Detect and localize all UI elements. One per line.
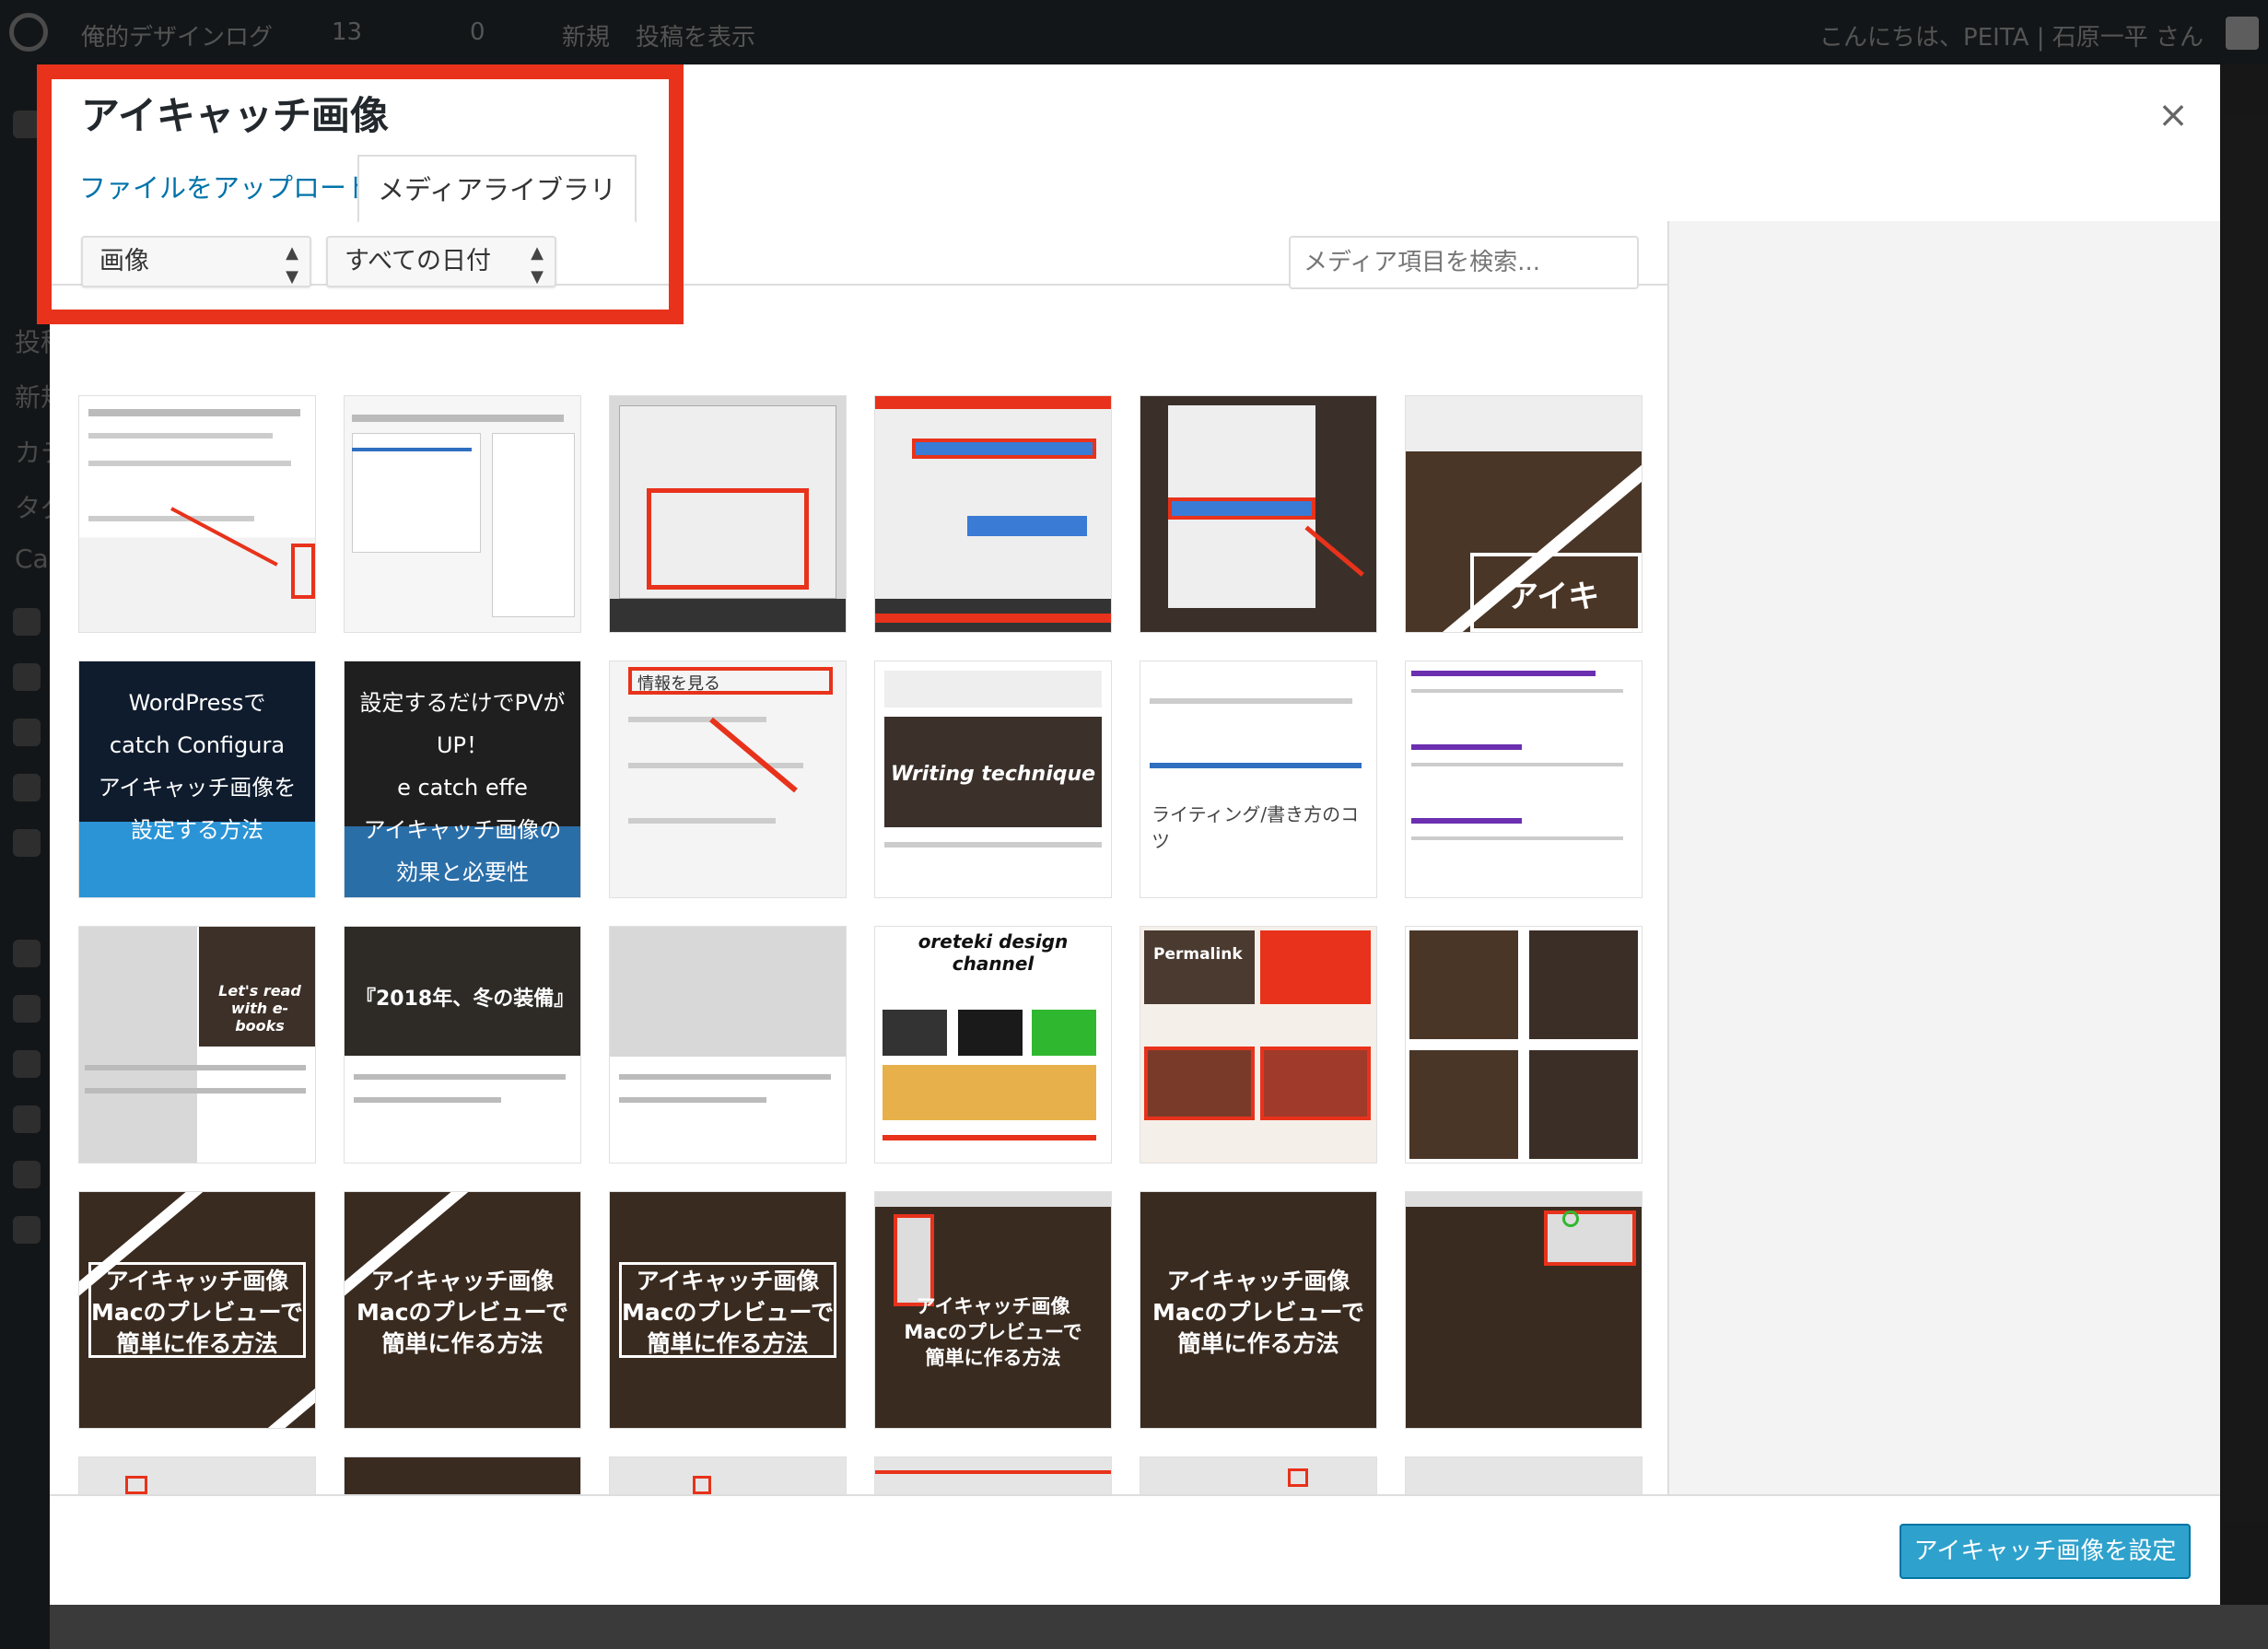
attachment-thumb[interactable]: 設定するだけでPVがUP！ e catch effe アイキャッチ画像の効果と必… (345, 661, 580, 897)
thumb-title: Let's read with e-books (218, 982, 301, 1035)
close-button[interactable]: × (2150, 92, 2196, 138)
modal-footer: アイキャッチ画像を設定 (50, 1494, 2220, 1605)
attachment-thumb[interactable]: アイキャッチ画像 Macのプレビューで 簡単に作る方法 (610, 1192, 846, 1428)
attachment-thumb[interactable]: Permalink (1140, 927, 1376, 1163)
attachment-thumb[interactable]: 『2018年、冬の装備』 (345, 927, 580, 1163)
attachment-thumb[interactable] (875, 396, 1111, 632)
date-filter[interactable]: すべての日付 ▲ ▼ (326, 236, 556, 287)
attachment-thumb[interactable] (1406, 1192, 1642, 1428)
attachment-thumb[interactable] (610, 396, 846, 632)
attachment-thumb[interactable]: Let's read with e-books (79, 927, 315, 1163)
thumb-title: アイキャッチ画像 Macのプレビューで 簡単に作る方法 (90, 1268, 304, 1357)
select-arrows-icon: ▲ ▼ (531, 243, 544, 287)
attachment-thumb[interactable]: 情報を見る (610, 661, 846, 897)
attachments-grid: アイキ WordPressで catch Configura アイキャッチ画像を… (50, 313, 1667, 1494)
attachment-thumb[interactable] (875, 1457, 1111, 1494)
attachment-thumb[interactable] (1140, 396, 1376, 632)
thumb-title: 情報を見る (637, 674, 720, 694)
thumb-title: アイキャッチ画像 Macのプレビューで 簡単に作る方法 (1152, 1268, 1365, 1357)
thumb-title: WordPressで catch Configura アイキャッチ画像を設定する… (98, 690, 297, 843)
page-bottom (50, 1605, 2268, 1649)
attachment-thumb[interactable] (610, 927, 846, 1163)
attachment-thumb[interactable]: oreteki design channel (875, 927, 1111, 1163)
thumb-title: Writing technique (890, 763, 1096, 786)
tab-media-library[interactable]: メディアライブラリ (357, 155, 637, 223)
thumb-title: アイキ (1507, 579, 1600, 615)
attachment-thumb[interactable] (1406, 1457, 1642, 1494)
media-search-input[interactable] (1289, 236, 1639, 289)
attachment-thumb[interactable]: アイキャッチ画像 Macのプレビューで 簡単に作る方法 (875, 1192, 1111, 1428)
attachment-thumb[interactable] (79, 396, 315, 632)
thumb-title: ライティング/書き方のコツ (1152, 803, 1360, 852)
close-icon: × (2157, 94, 2189, 136)
attachment-thumb[interactable]: アイキャッチ画像 Macのプレビューで 簡単に作る方法 (79, 1192, 315, 1428)
modal-title: アイキャッチ画像 (81, 93, 389, 138)
attachment-thumb[interactable]: アイキャッチ画像 Macのプレビューで 簡単に作る方法 (1140, 1192, 1376, 1428)
attachment-thumb[interactable] (1140, 1457, 1376, 1494)
attachment-details-sidebar (1667, 221, 2220, 1494)
thumb-title: 『2018年、冬の装備』 (356, 988, 575, 1011)
media-toolbar: 画像 ▲ ▼ すべての日付 ▲ ▼ (50, 221, 1667, 313)
attachment-thumb[interactable]: アイキャッチ画像 Macのプレビューで 簡単に作る方法 (345, 1192, 580, 1428)
attachment-thumb[interactable] (345, 396, 580, 632)
attachment-thumb[interactable] (345, 1457, 580, 1494)
media-type-filter[interactable]: 画像 ▲ ▼ (81, 236, 311, 287)
thumb-title: アイキャッチ画像 Macのプレビューで 簡単に作る方法 (356, 1268, 569, 1357)
attachment-thumb[interactable] (1406, 927, 1642, 1163)
attachment-thumb[interactable]: アイキ (1406, 396, 1642, 632)
attachment-thumb[interactable] (79, 1457, 315, 1494)
attachment-thumb[interactable] (1406, 661, 1642, 897)
thumb-title: oreteki design channel (918, 930, 1069, 975)
date-filter-value: すべての日付 (345, 247, 492, 275)
tab-upload-files[interactable]: ファイルをアップロード (61, 155, 392, 221)
attachment-thumb[interactable]: ライティング/書き方のコツ (1140, 661, 1376, 897)
attachment-thumb[interactable]: WordPressで catch Configura アイキャッチ画像を設定する… (79, 661, 315, 897)
media-type-filter-value: 画像 (99, 247, 149, 275)
attachment-thumb[interactable] (610, 1457, 846, 1494)
attachment-thumb[interactable]: Writing technique (875, 661, 1111, 897)
set-featured-image-button[interactable]: アイキャッチ画像を設定 (1900, 1524, 2191, 1579)
media-modal: アイキャッチ画像 × ファイルをアップロード メディアライブラリ 画像 ▲ ▼ す… (50, 64, 2220, 1605)
thumb-title: アイキャッチ画像 Macのプレビューで 簡単に作る方法 (904, 1295, 1082, 1369)
thumb-title: Permalink (1153, 945, 1243, 964)
select-arrows-icon: ▲ ▼ (286, 243, 298, 287)
thumb-title: アイキャッチ画像 Macのプレビューで 簡単に作る方法 (621, 1268, 835, 1357)
thumb-title: 設定するだけでPVがUP！ e catch effe アイキャッチ画像の効果と必… (359, 690, 566, 885)
